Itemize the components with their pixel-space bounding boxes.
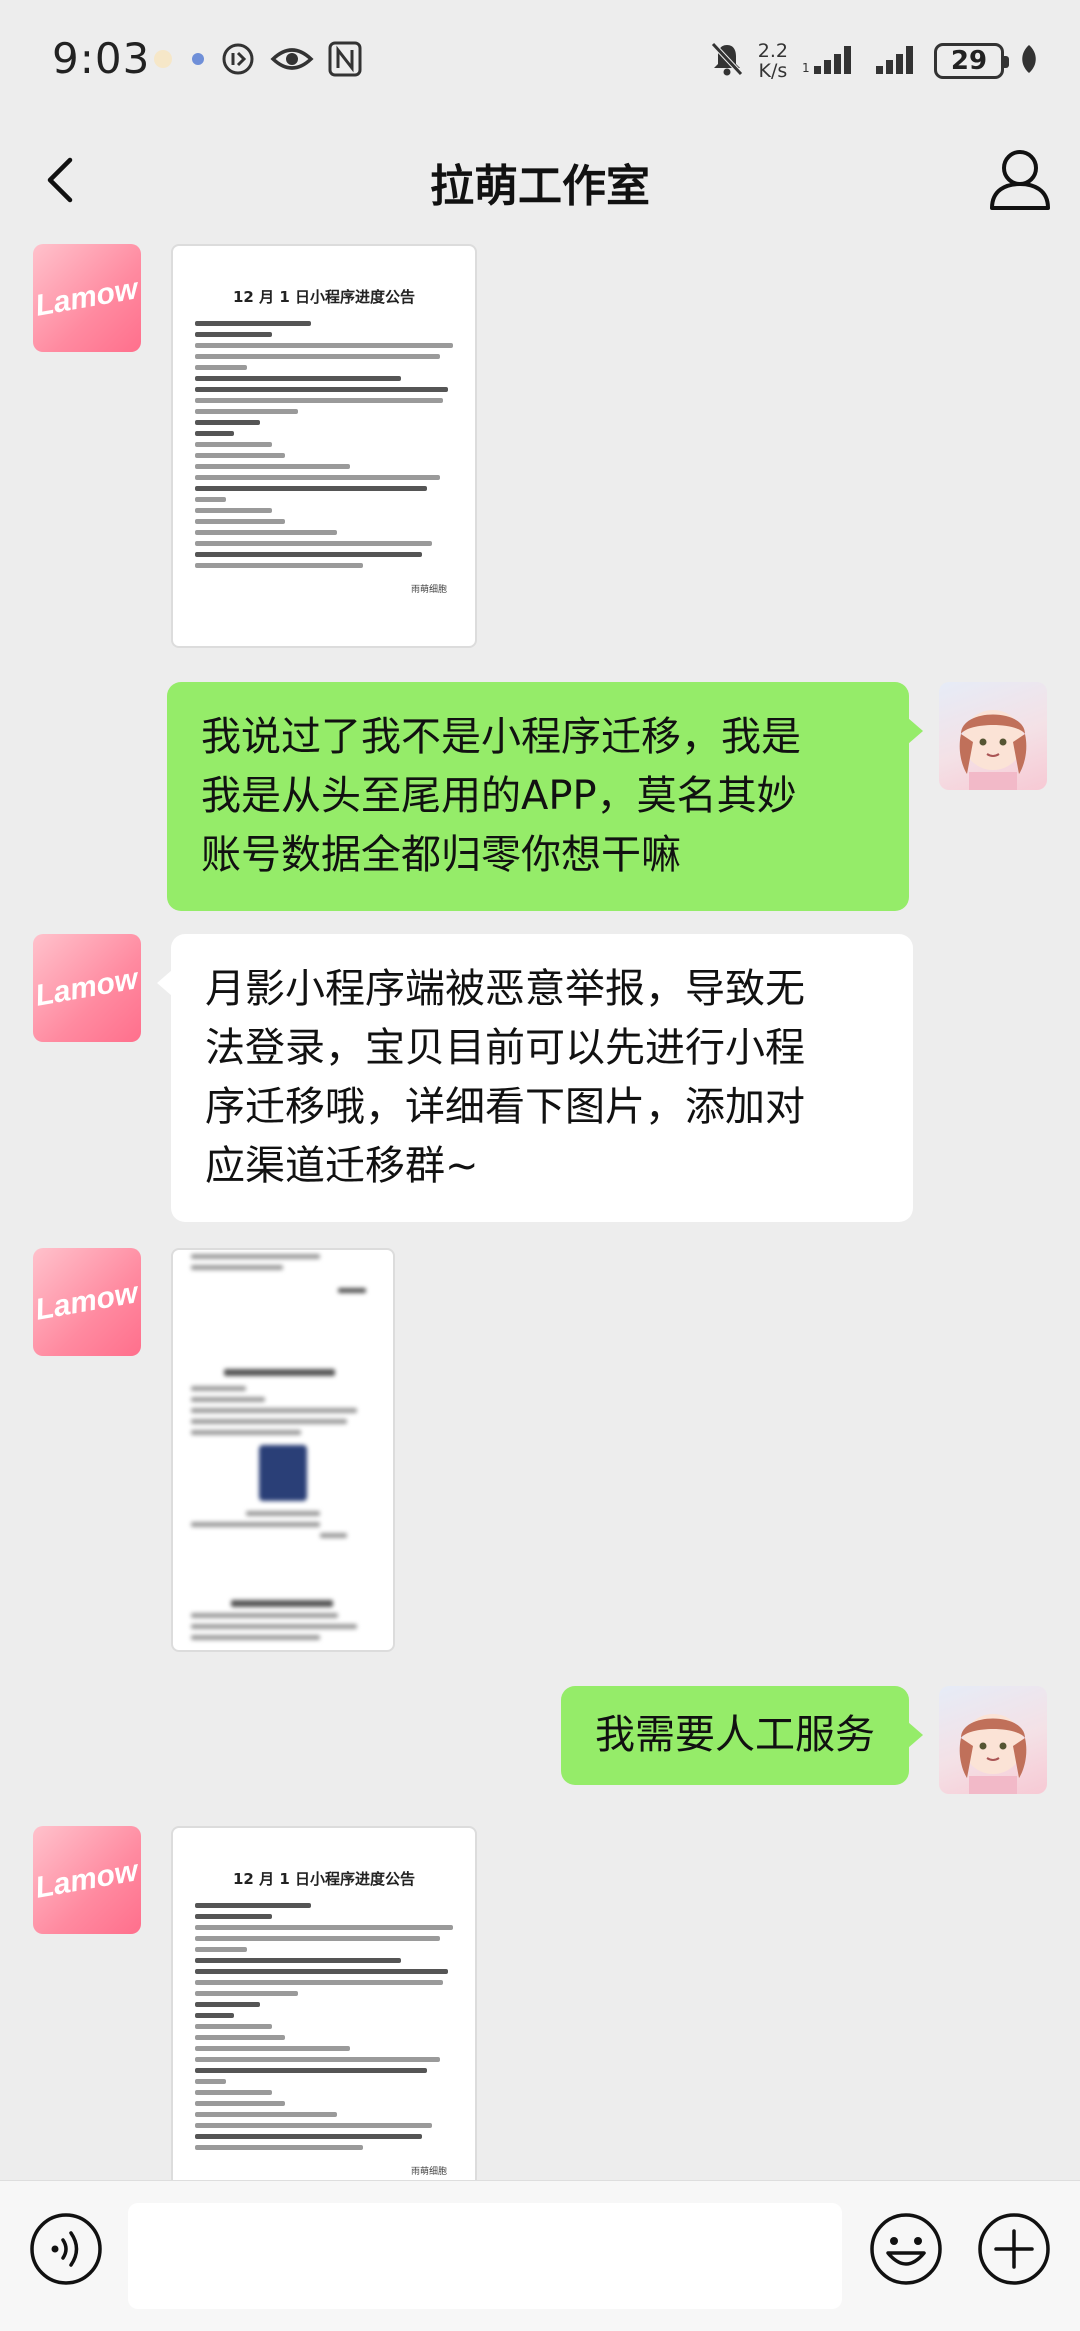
message-line: 账号数据全都归零你想干嘛 — [201, 832, 681, 878]
studio-avatar[interactable]: Lamow — [33, 1248, 141, 1356]
user-message-bubble[interactable]: 我需要人工服务 — [561, 1686, 923, 1785]
message-line: 我是从头至尾用的APP，莫名其妙 — [201, 773, 797, 819]
agent-message-bubble[interactable]: 月影小程序端被恶意举报，导致无 法登录，宝贝目前可以先进行小程 序迁移哦，详细看… — [157, 934, 913, 1222]
message-line: 月影小程序端被恶意举报，导致无 — [205, 966, 805, 1012]
network-speed-value: 2.2 — [757, 40, 788, 62]
message-line: 法登录，宝贝目前可以先进行小程 — [205, 1025, 805, 1071]
chat-header: 拉萌工作室 — [0, 120, 1080, 240]
user-message-bubble[interactable]: 我说过了我不是小程序迁移，我是 我是从头至尾用的APP，莫名其妙 账号数据全都归… — [167, 682, 923, 911]
anime-girl-avatar-icon — [959, 1714, 1027, 1794]
message-line: 序迁移哦，详细看下图片，添加对 — [205, 1084, 805, 1130]
user-avatar[interactable] — [939, 1686, 1047, 1794]
more-options-button[interactable] — [976, 2211, 1052, 2287]
signal-2-icon — [874, 42, 920, 80]
message-line: 我说过了我不是小程序迁移，我是 — [201, 714, 801, 760]
chat-title: 拉萌工作室 — [430, 161, 650, 212]
announcement-signature: 雨萌细胞 — [410, 585, 447, 595]
studio-avatar[interactable]: Lamow — [33, 1826, 141, 1934]
voice-icon — [30, 2213, 102, 2285]
mute-bell-icon — [710, 41, 744, 81]
message-list[interactable]: Lamow 12 月 1 日小程序进度公告 雨萌细胞 我说过了我不是小程序迁移，… — [0, 240, 1080, 2180]
message-line: 应渠道迁移群~ — [205, 1143, 479, 1189]
battery-indicator: 29 — [934, 43, 1009, 79]
nfc-icon — [328, 41, 362, 81]
emoji-button[interactable] — [868, 2211, 944, 2287]
status-right-icons: 2.2 K/s 1 29 — [710, 36, 1040, 86]
user-avatar[interactable] — [939, 682, 1047, 790]
announcement-signature: 雨萌细胞 — [410, 2167, 447, 2177]
voice-input-button[interactable] — [28, 2211, 104, 2287]
announcement-image[interactable]: 12 月 1 日小程序进度公告 雨萌细胞 — [171, 1826, 477, 2180]
chat-info-button[interactable] — [986, 144, 1054, 216]
status-bar: 9:03 2.2 K/s 1 29 — [0, 0, 1080, 120]
announcement-image[interactable]: 12 月 1 日小程序进度公告 雨萌细胞 — [171, 244, 477, 648]
studio-avatar-logo: Lamow — [33, 272, 141, 323]
sun-icon — [150, 46, 176, 76]
studio-avatar-logo: Lamow — [33, 1854, 141, 1905]
smiley-icon — [870, 2213, 942, 2285]
message-input[interactable] — [128, 2203, 842, 2309]
svg-text:1: 1 — [802, 61, 810, 75]
announcement-title: 12 月 1 日小程序进度公告 — [233, 1870, 415, 1888]
signal-1-icon: 1 — [802, 42, 860, 80]
dot-icon — [190, 51, 206, 71]
data-saver-icon — [220, 41, 256, 81]
person-icon — [990, 150, 1050, 210]
announcement-title: 12 月 1 日小程序进度公告 — [233, 288, 415, 306]
studio-avatar-logo: Lamow — [33, 1276, 141, 1327]
migration-guide-image[interactable] — [171, 1248, 395, 1652]
plus-icon — [978, 2213, 1050, 2285]
leaf-icon — [1018, 43, 1040, 79]
status-left-icons — [150, 40, 362, 82]
studio-avatar[interactable]: Lamow — [33, 934, 141, 1042]
studio-avatar-logo: Lamow — [33, 962, 141, 1013]
status-time: 9:03 — [52, 34, 151, 83]
anime-girl-avatar-icon — [959, 710, 1027, 790]
network-speed: 2.2 K/s — [758, 41, 788, 81]
input-bar — [0, 2180, 1080, 2331]
studio-avatar[interactable]: Lamow — [33, 244, 141, 352]
message-line: 我需要人工服务 — [595, 1712, 875, 1758]
network-speed-unit: K/s — [758, 60, 788, 82]
eye-icon — [270, 44, 314, 78]
